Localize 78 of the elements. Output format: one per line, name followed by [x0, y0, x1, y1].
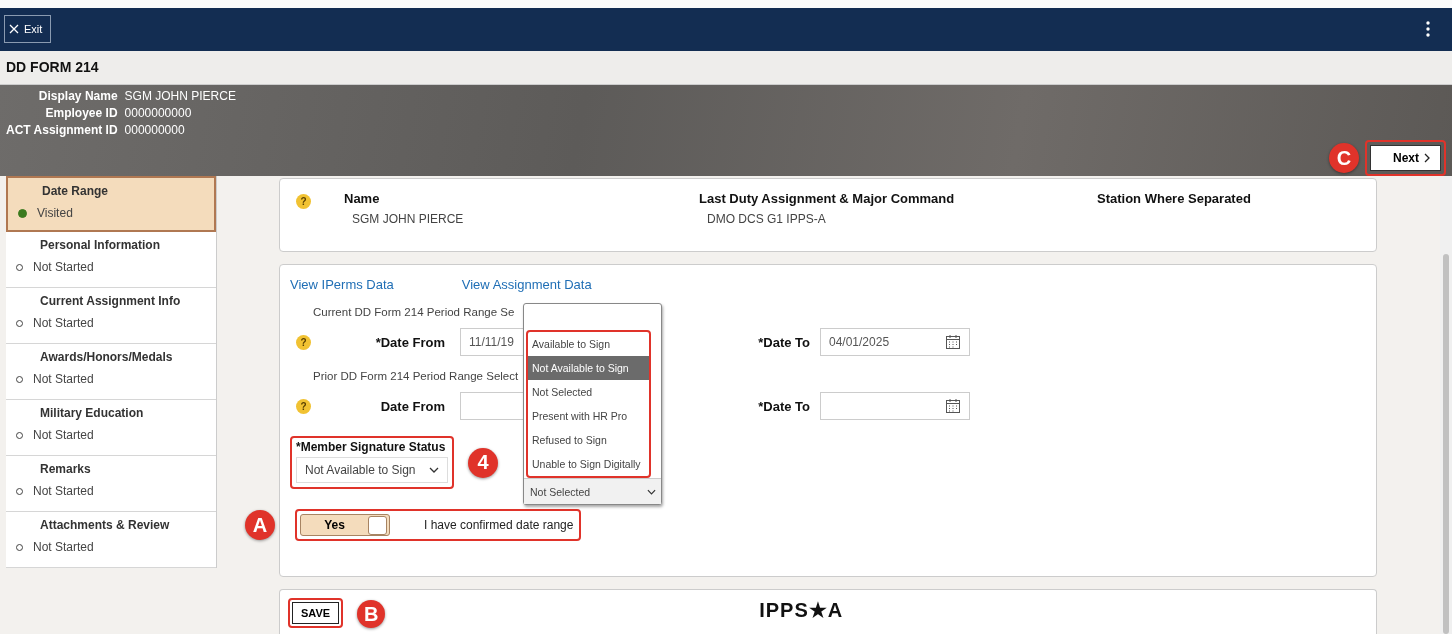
- header-label: Display Name: [37, 88, 118, 103]
- step-title: Date Range: [41, 184, 110, 198]
- field-label: *Member Signature Status: [296, 440, 447, 454]
- step-title: Awards/Honors/Medals: [39, 350, 174, 364]
- caret-icon: [647, 488, 656, 495]
- date-to-field[interactable]: [820, 392, 970, 420]
- step-status: Not Started: [33, 260, 94, 274]
- signature-status-select[interactable]: Not Available to Sign: [296, 457, 448, 483]
- next-button[interactable]: Next: [1370, 145, 1441, 171]
- step-title: Military Education: [39, 406, 145, 420]
- step-title: Attachments & Review: [39, 518, 171, 532]
- column-heading: Station Where Separated: [1097, 191, 1251, 206]
- close-icon: [9, 24, 19, 35]
- header-label: ACT Assignment ID: [6, 122, 118, 137]
- exit-button[interactable]: Exit: [4, 15, 52, 44]
- select-value: Not Available to Sign: [305, 463, 416, 477]
- callout-marker: 4: [468, 447, 498, 478]
- step-status: Not Started: [33, 316, 94, 330]
- field-value: 11/11/19: [469, 335, 514, 349]
- sidebar-item[interactable]: Current Assignment Info Not Started: [6, 288, 216, 344]
- page-title: DD FORM 214: [6, 59, 99, 76]
- toggle-knob: [368, 515, 387, 535]
- column-value: DMO DCS G1 IPPS-A: [706, 212, 827, 226]
- section-caption: Current DD Form 214 Period Range Se: [313, 306, 516, 318]
- step-status: Not Started: [33, 484, 94, 498]
- caret-icon: [429, 467, 439, 473]
- sidebar-item[interactable]: Military Education Not Started: [6, 400, 216, 456]
- dropdown-option[interactable]: Present with HR Pro: [528, 404, 649, 428]
- section-caption: Prior DD Form 214 Period Range Select: [313, 370, 520, 382]
- callout-marker: A: [245, 510, 275, 540]
- step-status: Not Started: [33, 428, 94, 442]
- header-value: SGM JOHN PIERCE: [124, 88, 236, 103]
- header-value: 0000000000: [124, 105, 193, 120]
- callout-marker: B: [357, 600, 386, 628]
- column-value: SGM JOHN PIERCE: [351, 212, 465, 226]
- header-value: 000000000: [124, 122, 186, 137]
- step-title: Current Assignment Info: [39, 294, 182, 308]
- sidebar-item[interactable]: Remarks Not Started: [6, 456, 216, 512]
- calendar-icon[interactable]: [945, 398, 961, 414]
- dropdown-option[interactable]: Not Selected: [528, 380, 649, 404]
- data-link[interactable]: View Assignment Data: [461, 277, 592, 292]
- confirm-text: I have confirmed date range: [424, 518, 574, 532]
- step-status: Not Started: [33, 540, 94, 554]
- dropdown-option[interactable]: Refused to Sign: [528, 428, 649, 452]
- more-options-icon[interactable]: [1426, 21, 1430, 38]
- help-icon[interactable]: ?: [296, 194, 311, 209]
- date-to-field[interactable]: 04/01/2025: [820, 328, 970, 356]
- help-icon[interactable]: ?: [296, 334, 311, 350]
- data-link[interactable]: View IPerms Data: [290, 277, 394, 292]
- help-icon[interactable]: ?: [296, 398, 311, 414]
- sidebar-item[interactable]: Personal Information Not Started: [6, 232, 216, 288]
- sidebar-item[interactable]: Attachments & Review Not Started: [6, 512, 216, 568]
- sidebar-item[interactable]: Date Range Visited: [6, 176, 216, 232]
- chevron-right-icon: [1424, 153, 1430, 163]
- select-value: Not Selected: [530, 485, 591, 498]
- field-label: *Date To: [757, 334, 810, 350]
- header-label: Employee ID: [44, 105, 118, 120]
- calendar-icon[interactable]: [945, 334, 961, 350]
- dropdown-option[interactable]: Unable to Sign Digitally: [528, 452, 649, 476]
- toggle-label: Yes: [323, 518, 346, 532]
- field-label: Date From: [379, 398, 445, 414]
- column-heading: Name: [344, 191, 381, 206]
- scrollbar-thumb[interactable]: [1443, 254, 1449, 634]
- field-label: *Date To: [757, 398, 810, 414]
- save-button[interactable]: SAVE: [292, 602, 340, 624]
- callout-marker: C: [1329, 143, 1359, 173]
- column-heading: Last Duty Assignment & Major Command: [699, 191, 956, 206]
- step-status: Visited: [37, 206, 73, 220]
- field-value: 04/01/2025: [829, 335, 890, 349]
- field-label: *Date From: [374, 334, 445, 350]
- step-title: Remarks: [39, 462, 92, 476]
- signature-status-select[interactable]: Not Selected: [524, 478, 661, 504]
- step-title: Personal Information: [39, 238, 162, 252]
- step-status: Not Started: [33, 372, 94, 386]
- sidebar-item[interactable]: Awards/Honors/Medals Not Started: [6, 344, 216, 400]
- dropdown-option[interactable]: Not Available to Sign: [528, 356, 649, 380]
- toggle-switch[interactable]: Yes: [300, 514, 390, 536]
- logo: IPPS★A: [759, 598, 844, 622]
